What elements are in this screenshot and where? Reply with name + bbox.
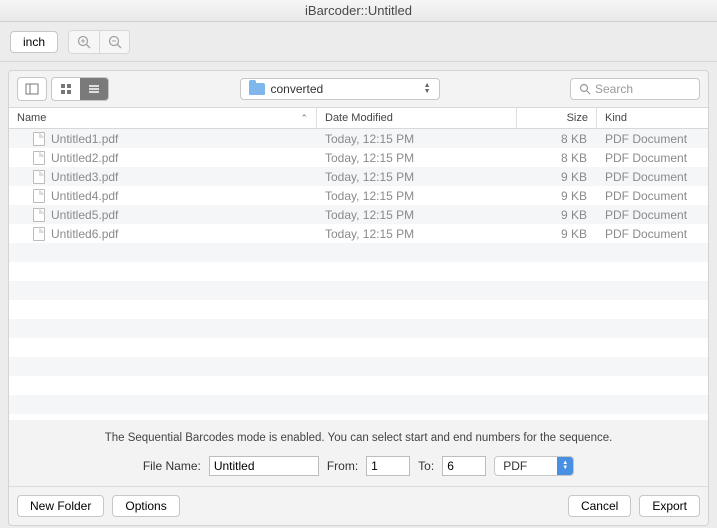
column-headers: Name⌃ Date Modified Size Kind	[9, 107, 708, 129]
file-size: 9 KB	[517, 208, 597, 222]
header-size[interactable]: Size	[517, 108, 597, 128]
file-icon	[33, 151, 45, 165]
file-icon	[33, 132, 45, 146]
table-row	[9, 319, 708, 338]
export-button[interactable]: Export	[639, 495, 700, 517]
search-icon	[579, 83, 591, 95]
table-row	[9, 300, 708, 319]
file-name: Untitled2.pdf	[51, 151, 118, 165]
file-list[interactable]: Untitled1.pdfToday, 12:15 PM8 KBPDF Docu…	[9, 129, 708, 420]
table-row[interactable]: Untitled5.pdf Today, 12:15 PM9 KBPDF Docu…	[9, 205, 708, 224]
format-value: PDF	[503, 459, 527, 473]
file-name: Untitled6.pdf	[51, 227, 118, 241]
format-select[interactable]: PDF ▲▼	[494, 456, 574, 476]
file-size: 9 KB	[517, 170, 597, 184]
window-title: iBarcoder::Untitled	[0, 0, 717, 22]
from-label: From:	[327, 459, 358, 473]
file-size: 9 KB	[517, 189, 597, 203]
file-kind: PDF Document	[597, 151, 708, 165]
file-kind: PDF Document	[597, 170, 708, 184]
new-folder-button[interactable]: New Folder	[17, 495, 104, 517]
save-panel: converted ▲▼ Search Name⌃ Date Modified …	[8, 70, 709, 526]
search-input[interactable]: Search	[570, 78, 700, 100]
file-name: Untitled1.pdf	[51, 132, 118, 146]
file-kind: PDF Document	[597, 189, 708, 203]
folder-name: converted	[271, 82, 324, 96]
folder-icon	[249, 83, 265, 95]
file-icon	[33, 227, 45, 241]
search-placeholder: Search	[595, 82, 633, 96]
footer: New Folder Options Cancel Export	[9, 486, 708, 525]
header-date[interactable]: Date Modified	[317, 108, 517, 128]
filename-label: File Name:	[143, 459, 201, 473]
file-kind: PDF Document	[597, 132, 708, 146]
table-row	[9, 395, 708, 414]
table-row[interactable]: Untitled4.pdf Today, 12:15 PM9 KBPDF Docu…	[9, 186, 708, 205]
zoom-in-icon[interactable]	[69, 31, 99, 53]
options-button[interactable]: Options	[112, 495, 179, 517]
to-input[interactable]	[442, 456, 486, 476]
to-label: To:	[418, 459, 434, 473]
table-row[interactable]: Untitled3.pdf Today, 12:15 PM9 KBPDF Docu…	[9, 167, 708, 186]
zoom-group	[68, 30, 130, 54]
table-row[interactable]: Untitled6.pdf Today, 12:15 PM9 KBPDF Docu…	[9, 224, 708, 243]
file-date: Today, 12:15 PM	[317, 208, 517, 222]
file-date: Today, 12:15 PM	[317, 151, 517, 165]
nav-row: converted ▲▼ Search	[9, 71, 708, 107]
file-kind: PDF Document	[597, 227, 708, 241]
file-kind: PDF Document	[597, 208, 708, 222]
file-name: Untitled4.pdf	[51, 189, 118, 203]
file-icon	[33, 170, 45, 184]
file-name: Untitled5.pdf	[51, 208, 118, 222]
folder-selector[interactable]: converted ▲▼	[240, 78, 440, 100]
table-row	[9, 243, 708, 262]
table-row	[9, 281, 708, 300]
table-row	[9, 357, 708, 376]
list-view-button[interactable]	[80, 78, 108, 100]
file-name: Untitled3.pdf	[51, 170, 118, 184]
sort-asc-icon: ⌃	[300, 113, 308, 124]
file-date: Today, 12:15 PM	[317, 189, 517, 203]
header-kind[interactable]: Kind	[597, 108, 708, 128]
icon-view-button[interactable]	[52, 78, 80, 100]
chevron-updown-icon: ▲▼	[424, 83, 431, 95]
zoom-out-icon[interactable]	[99, 31, 129, 53]
app-toolbar: inch	[0, 22, 717, 62]
from-input[interactable]	[366, 456, 410, 476]
file-date: Today, 12:15 PM	[317, 170, 517, 184]
file-icon	[33, 208, 45, 222]
table-row[interactable]: Untitled2.pdf Today, 12:15 PM8 KBPDF Docu…	[9, 148, 708, 167]
file-date: Today, 12:15 PM	[317, 227, 517, 241]
filename-input[interactable]	[209, 456, 319, 476]
file-size: 8 KB	[517, 132, 597, 146]
info-message: The Sequential Barcodes mode is enabled.…	[9, 420, 708, 452]
sidebar-toggle[interactable]	[17, 77, 47, 101]
table-row	[9, 262, 708, 281]
view-mode-group	[51, 77, 109, 101]
table-row[interactable]: Untitled1.pdf Today, 12:15 PM8 KBPDF Docu…	[9, 129, 708, 148]
header-name[interactable]: Name⌃	[9, 108, 317, 128]
file-icon	[33, 189, 45, 203]
cancel-button[interactable]: Cancel	[568, 495, 631, 517]
table-row	[9, 376, 708, 395]
unit-button[interactable]: inch	[10, 31, 58, 53]
file-date: Today, 12:15 PM	[317, 132, 517, 146]
export-form: File Name: From: To: PDF ▲▼	[9, 452, 708, 486]
file-size: 8 KB	[517, 151, 597, 165]
file-size: 9 KB	[517, 227, 597, 241]
chevron-updown-icon: ▲▼	[557, 457, 573, 475]
table-row	[9, 338, 708, 357]
